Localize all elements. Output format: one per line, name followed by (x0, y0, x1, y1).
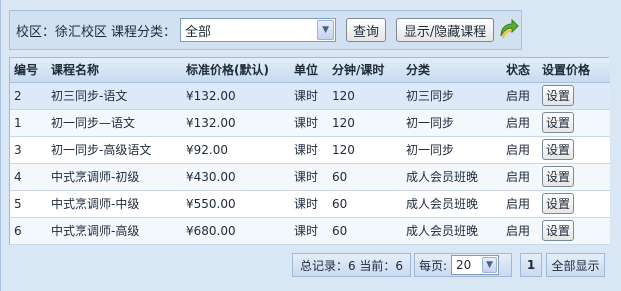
query-button[interactable]: 查询 (346, 18, 387, 42)
cell-price: ¥550.00 (182, 190, 290, 218)
header-minutes[interactable]: 分钟/课时 (328, 58, 402, 83)
table-header-row: 编号 课程名称 标准价格(默认) 单位 分钟/课时 分类 状态 设置价格 (10, 58, 610, 83)
category-select[interactable]: 全部 ▼ (180, 18, 337, 42)
page-number-1[interactable]: 1 (520, 253, 542, 277)
course-table: 编号 课程名称 标准价格(默认) 单位 分钟/课时 分类 状态 设置价格 2 初… (9, 57, 610, 245)
cell-id: 6 (10, 217, 47, 245)
cell-unit: 课时 (290, 163, 328, 191)
set-price-button[interactable]: 设置 (542, 193, 574, 214)
per-page-value: 20 (456, 258, 472, 272)
cell-status: 启用 (502, 82, 538, 110)
table-row[interactable]: 3 初一同步-高级语文 ¥92.00 课时 120 初一同步 启用 设置 (10, 136, 610, 164)
refresh-arrow-icon[interactable] (497, 16, 519, 40)
filter-toolbar: 校区： 徐汇校区 课程分类： 全部 ▼ 查询 显示/隐藏课程 (9, 10, 522, 50)
cell-unit: 课时 (290, 217, 328, 245)
table-row[interactable]: 2 初三同步-语文 ¥132.00 课时 120 初三同步 启用 设置 (10, 82, 610, 110)
chevron-down-icon[interactable]: ▼ (317, 20, 335, 40)
cell-minutes: 60 (328, 217, 402, 245)
cell-name: 初一同步-高级语文 (47, 136, 182, 164)
campus-label: 校区： (16, 24, 56, 40)
cell-id: 1 (10, 109, 47, 137)
cell-minutes: 120 (328, 109, 402, 137)
cell-unit: 课时 (290, 190, 328, 218)
table-row[interactable]: 5 中式烹调师-中级 ¥550.00 课时 60 成人会员班晚 启用 设置 (10, 190, 610, 218)
cell-status: 启用 (502, 109, 538, 137)
chevron-down-icon[interactable]: ▼ (482, 257, 498, 273)
cell-id: 5 (10, 190, 47, 218)
pager-total-records: 总记录：6 当前：6 (292, 253, 411, 277)
table-row[interactable]: 1 初一同步—语文 ¥132.00 课时 120 初一同步 启用 设置 (10, 109, 610, 137)
cell-price: ¥680.00 (182, 217, 290, 245)
set-price-button[interactable]: 设置 (542, 139, 574, 160)
header-status[interactable]: 状态 (502, 58, 538, 83)
cell-name: 初一同步—语文 (47, 109, 182, 137)
cell-id: 3 (10, 136, 47, 164)
pager-per-page: 每页: 20 ▼ (414, 253, 512, 277)
set-price-button[interactable]: 设置 (542, 220, 574, 241)
per-page-select[interactable]: 20 ▼ (451, 255, 500, 275)
cell-minutes: 60 (328, 190, 402, 218)
cell-status: 启用 (502, 136, 538, 164)
cell-status: 启用 (502, 163, 538, 191)
cell-price: ¥132.00 (182, 109, 290, 137)
page-frame: 校区： 徐汇校区 课程分类： 全部 ▼ 查询 显示/隐藏课程 编号 课程名称 标… (0, 0, 621, 291)
per-page-label: 每页: (419, 258, 448, 273)
show-all-button[interactable]: 全部显示 (546, 253, 605, 277)
set-price-button[interactable]: 设置 (542, 166, 574, 187)
cell-unit: 课时 (290, 82, 328, 110)
header-set-price: 设置价格 (538, 58, 610, 83)
cell-category: 初三同步 (402, 82, 502, 110)
cell-name: 初三同步-语文 (47, 82, 182, 110)
cell-id: 4 (10, 163, 47, 191)
header-id[interactable]: 编号 (10, 58, 47, 83)
campus-value: 徐汇校区 (55, 24, 108, 40)
cell-price: ¥430.00 (182, 163, 290, 191)
category-select-value: 全部 (185, 24, 212, 40)
cell-minutes: 120 (328, 136, 402, 164)
cell-status: 启用 (502, 190, 538, 218)
header-name[interactable]: 课程名称 (47, 58, 182, 83)
table-row[interactable]: 4 中式烹调师-初级 ¥430.00 课时 60 成人会员班晚 启用 设置 (10, 163, 610, 191)
table-row[interactable]: 6 中式烹调师-高级 ¥680.00 课时 60 成人会员班晚 启用 设置 (10, 217, 610, 245)
cell-status: 启用 (502, 217, 538, 245)
cell-category: 初一同步 (402, 109, 502, 137)
header-price[interactable]: 标准价格(默认) (182, 58, 290, 83)
header-unit[interactable]: 单位 (290, 58, 328, 83)
cell-unit: 课时 (290, 109, 328, 137)
cell-unit: 课时 (290, 136, 328, 164)
cell-category: 成人会员班晚 (402, 190, 502, 218)
set-price-button[interactable]: 设置 (542, 85, 574, 106)
cell-name: 中式烹调师-初级 (47, 163, 182, 191)
toggle-courses-button[interactable]: 显示/隐藏课程 (396, 18, 495, 42)
category-label: 课程分类： (111, 24, 177, 40)
cell-minutes: 120 (328, 82, 402, 110)
cell-category: 成人会员班晚 (402, 217, 502, 245)
header-category[interactable]: 分类 (402, 58, 502, 83)
cell-name: 中式烹调师-高级 (47, 217, 182, 245)
cell-category: 成人会员班晚 (402, 163, 502, 191)
cell-minutes: 60 (328, 163, 402, 191)
cell-category: 初一同步 (402, 136, 502, 164)
set-price-button[interactable]: 设置 (542, 112, 574, 133)
cell-price: ¥132.00 (182, 82, 290, 110)
cell-id: 2 (10, 82, 47, 110)
cell-name: 中式烹调师-中级 (47, 190, 182, 218)
cell-price: ¥92.00 (182, 136, 290, 164)
